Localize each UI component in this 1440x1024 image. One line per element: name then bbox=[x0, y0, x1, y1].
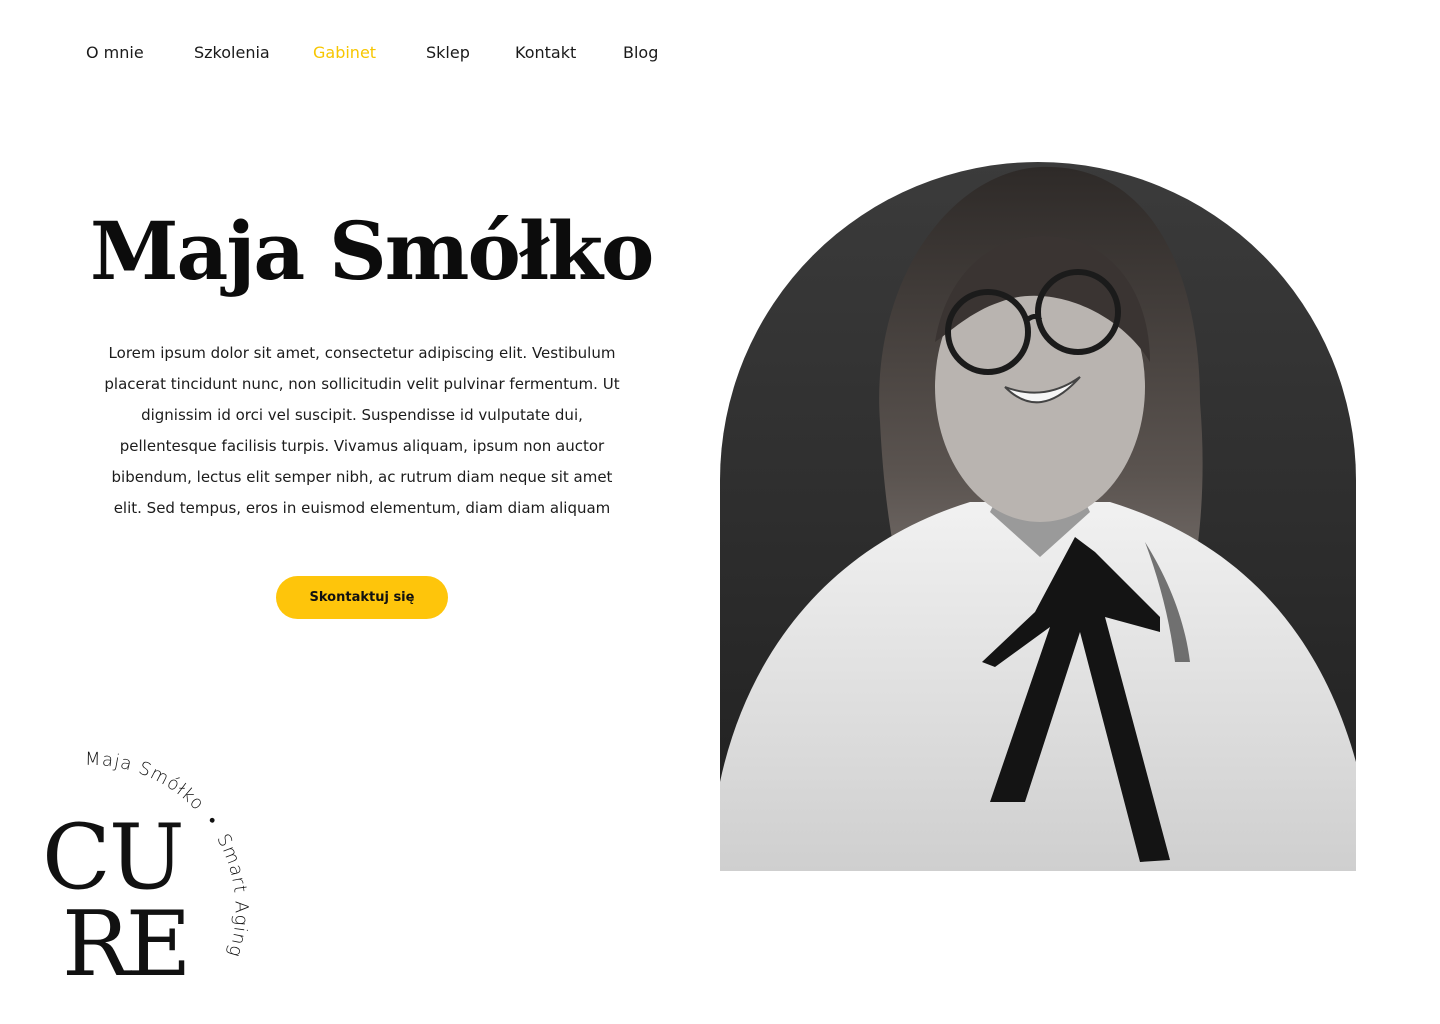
hero-description-line: bibendum, lectus elit semper nibh, ac ru… bbox=[111, 468, 613, 486]
nav-item-szkolenia[interactable]: Szkolenia bbox=[194, 42, 270, 64]
hero-description-line: placerat tincidunt nunc, non sollicitudi… bbox=[104, 375, 620, 393]
nav-item-o-mnie[interactable]: O mnie bbox=[86, 42, 144, 64]
hero-description-line: Lorem ipsum dolor sit amet, consectetur … bbox=[108, 344, 616, 362]
nav-item-kontakt[interactable]: Kontakt bbox=[515, 42, 576, 64]
logo-separator: • bbox=[201, 812, 222, 830]
nav-item-blog[interactable]: Blog bbox=[623, 42, 658, 64]
portrait-photo bbox=[720, 162, 1356, 871]
logo-letters-re: RE bbox=[62, 892, 187, 980]
page-title: Maja Smółko bbox=[90, 204, 654, 298]
cure-logo[interactable]: Maja Smółko • Smart Aging CU RE bbox=[40, 745, 270, 980]
hero-description-line: pellentesque facilisis turpis. Vivamus a… bbox=[119, 437, 605, 455]
nav-item-gabinet[interactable]: Gabinet bbox=[313, 42, 376, 64]
logo-arc-tagline: Smart Aging bbox=[212, 831, 251, 960]
nav-item-sklep[interactable]: Sklep bbox=[426, 42, 470, 64]
hero-description-line: dignissim id orci vel suscipit. Suspendi… bbox=[141, 406, 583, 424]
hero-description: Lorem ipsum dolor sit amet, consectetur … bbox=[102, 338, 622, 524]
hero-description-line: elit. Sed tempus, eros in euismod elemen… bbox=[113, 499, 611, 517]
main-nav: O mnie Szkolenia Gabinet Sklep Kontakt B… bbox=[0, 42, 720, 66]
contact-button[interactable]: Skontaktuj się bbox=[276, 576, 448, 619]
